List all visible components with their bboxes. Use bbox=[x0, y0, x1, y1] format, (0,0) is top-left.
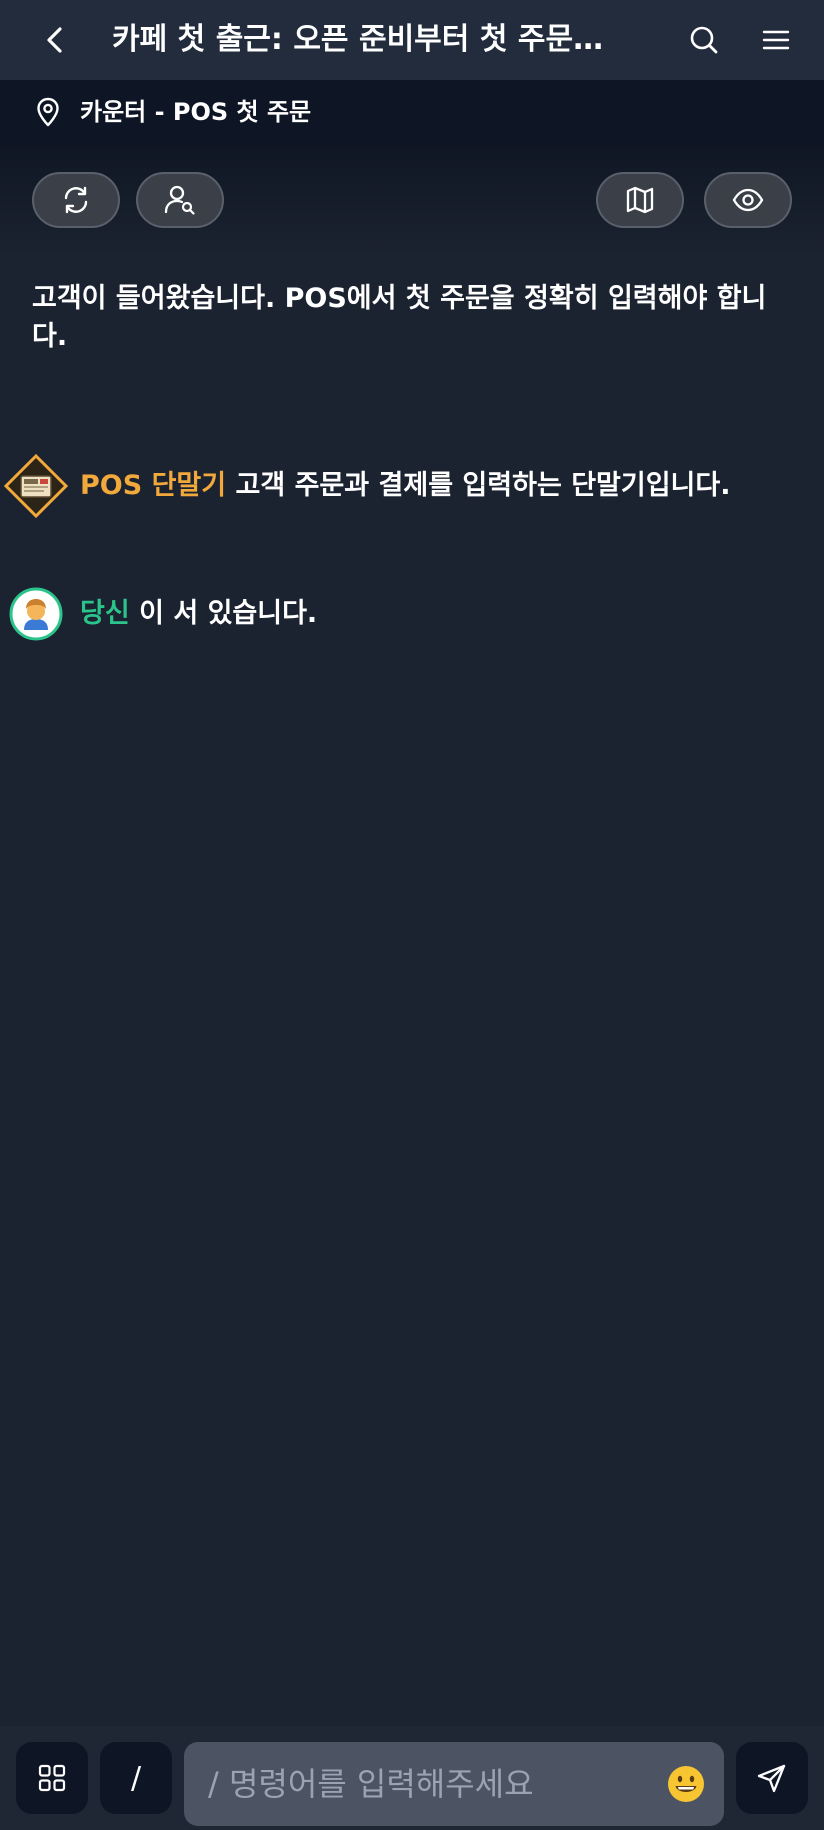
entity-pos-terminal[interactable]: POS 단말기 고객 주문과 결제를 입력하는 단말기입니다. bbox=[0, 454, 824, 518]
search-button[interactable] bbox=[676, 12, 732, 68]
map-button[interactable] bbox=[596, 172, 684, 228]
eye-icon bbox=[732, 188, 764, 212]
location-bar: 카운터 - POS 첫 주문 bbox=[0, 80, 824, 144]
location-label: 카운터 - POS 첫 주문 bbox=[80, 98, 312, 126]
send-button[interactable] bbox=[736, 1742, 808, 1814]
slash-command-button[interactable]: / bbox=[100, 1742, 172, 1814]
smiley-emoji-icon bbox=[668, 1766, 704, 1802]
menu-button[interactable] bbox=[748, 12, 804, 68]
entity-text-pos: POS 단말기 고객 주문과 결제를 입력하는 단말기입니다. bbox=[80, 466, 731, 506]
entity-name[interactable]: POS 단말기 bbox=[80, 470, 226, 501]
grid-menu-button[interactable] bbox=[16, 1742, 88, 1814]
send-icon bbox=[757, 1764, 786, 1793]
entity-text-player: 당신 이 서 있습니다. bbox=[80, 594, 317, 634]
grid-icon bbox=[38, 1764, 66, 1792]
chevron-left-icon bbox=[47, 27, 62, 53]
action-toolbar bbox=[0, 144, 824, 254]
top-app-bar: 카페 첫 출근: 오픈 준비부터 첫 주문… bbox=[0, 0, 824, 80]
entity-description: 고객 주문과 결제를 입력하는 단말기입니다. bbox=[235, 470, 731, 501]
refresh-icon bbox=[64, 186, 88, 214]
look-button[interactable] bbox=[704, 172, 792, 228]
search-icon bbox=[690, 26, 718, 54]
pos-terminal-icon bbox=[4, 454, 68, 518]
hamburger-menu-icon bbox=[762, 30, 790, 50]
command-input[interactable] bbox=[208, 1742, 648, 1826]
back-button[interactable] bbox=[28, 12, 84, 68]
page-title: 카페 첫 출근: 오픈 준비부터 첫 주문… bbox=[112, 22, 604, 57]
narration-text: 고객이 들어왔습니다. POS에서 첫 주문을 정확히 입력해야 합니다. bbox=[32, 283, 767, 352]
person-search-icon bbox=[164, 185, 195, 215]
emoji-button[interactable] bbox=[664, 1762, 708, 1806]
map-icon bbox=[626, 186, 654, 214]
person-search-button[interactable] bbox=[136, 172, 224, 228]
refresh-button[interactable] bbox=[32, 172, 120, 228]
map-pin-icon bbox=[37, 97, 59, 127]
person-avatar-icon bbox=[9, 587, 63, 641]
command-bar: / bbox=[0, 1726, 824, 1830]
command-input-wrapper bbox=[184, 1742, 724, 1826]
entity-name[interactable]: 당신 bbox=[80, 598, 130, 629]
game-screen: 카페 첫 출근: 오픈 준비부터 첫 주문… 카운터 - POS 첫 주문 고객… bbox=[0, 0, 824, 1830]
entity-description: 이 서 있습니다. bbox=[139, 598, 318, 629]
entity-player[interactable]: 당신 이 서 있습니다. bbox=[0, 582, 824, 646]
